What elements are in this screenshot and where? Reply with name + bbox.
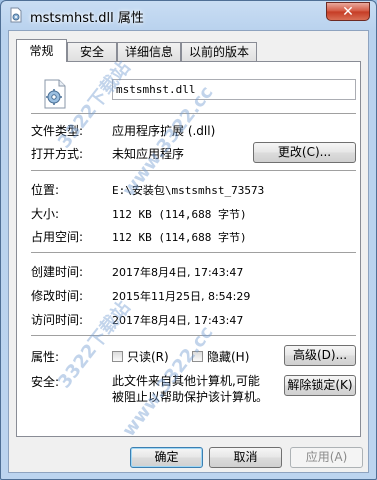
filename-field[interactable]: mstsmhst.dll <box>112 79 356 100</box>
size-value: 112 KB (114,688 字节) <box>112 208 247 221</box>
file-type-icon <box>44 79 66 109</box>
cancel-button[interactable]: 取消 <box>209 447 282 468</box>
title-bar[interactable]: mstsmhst.dll 属性 ✕ <box>1 1 376 31</box>
change-button[interactable]: 更改(C)... <box>253 142 356 163</box>
size-on-disk-value: 112 KB (114,688 字节) <box>112 231 247 244</box>
modified-value: 2015年11月25日, 8:54:29 <box>112 290 251 303</box>
close-icon: ✕ <box>342 4 354 20</box>
hidden-label[interactable]: 隐藏(H) <box>207 348 249 365</box>
created-value: 2017年8月4日, 17:43:47 <box>112 266 244 279</box>
tab-previous-versions[interactable]: 以前的版本 <box>181 42 257 61</box>
advanced-button[interactable]: 高级(D)... <box>284 345 356 366</box>
tab-previous-versions-label: 以前的版本 <box>188 45 249 59</box>
window-title: mstsmhst.dll 属性 <box>30 11 144 26</box>
close-button[interactable]: ✕ <box>326 2 370 21</box>
location-label: 位置: <box>31 183 60 197</box>
tab-general-label: 常规 <box>29 44 54 58</box>
size-on-disk-label: 占用空间: <box>31 230 84 244</box>
tab-security[interactable]: 安全 <box>67 42 117 61</box>
created-label: 创建时间: <box>31 265 84 279</box>
properties-window: mstsmhst.dll 属性 ✕ 常规 安全 详细信息 以前的版本 mstsm… <box>0 0 377 480</box>
ok-button[interactable]: 确定 <box>130 447 203 468</box>
tab-details[interactable]: 详细信息 <box>117 42 181 61</box>
separator <box>31 170 356 171</box>
tab-security-label: 安全 <box>79 45 104 59</box>
tab-details-label: 详细信息 <box>124 45 173 59</box>
readonly-checkbox[interactable] <box>112 351 123 362</box>
apply-button[interactable]: 应用(A) <box>290 447 363 468</box>
unblock-button[interactable]: 解除锁定(K) <box>284 375 356 396</box>
tab-general[interactable]: 常规 <box>16 39 67 62</box>
dll-file-icon <box>10 7 22 23</box>
size-label: 大小: <box>31 207 60 221</box>
attributes-label: 属性: <box>31 350 60 364</box>
modified-label: 修改时间: <box>31 289 84 303</box>
readonly-label[interactable]: 只读(R) <box>127 348 169 365</box>
accessed-label: 访问时间: <box>31 313 84 327</box>
security-warning-line2: 被阻止以帮助保护该计算机。 <box>112 390 269 404</box>
separator <box>31 252 356 253</box>
